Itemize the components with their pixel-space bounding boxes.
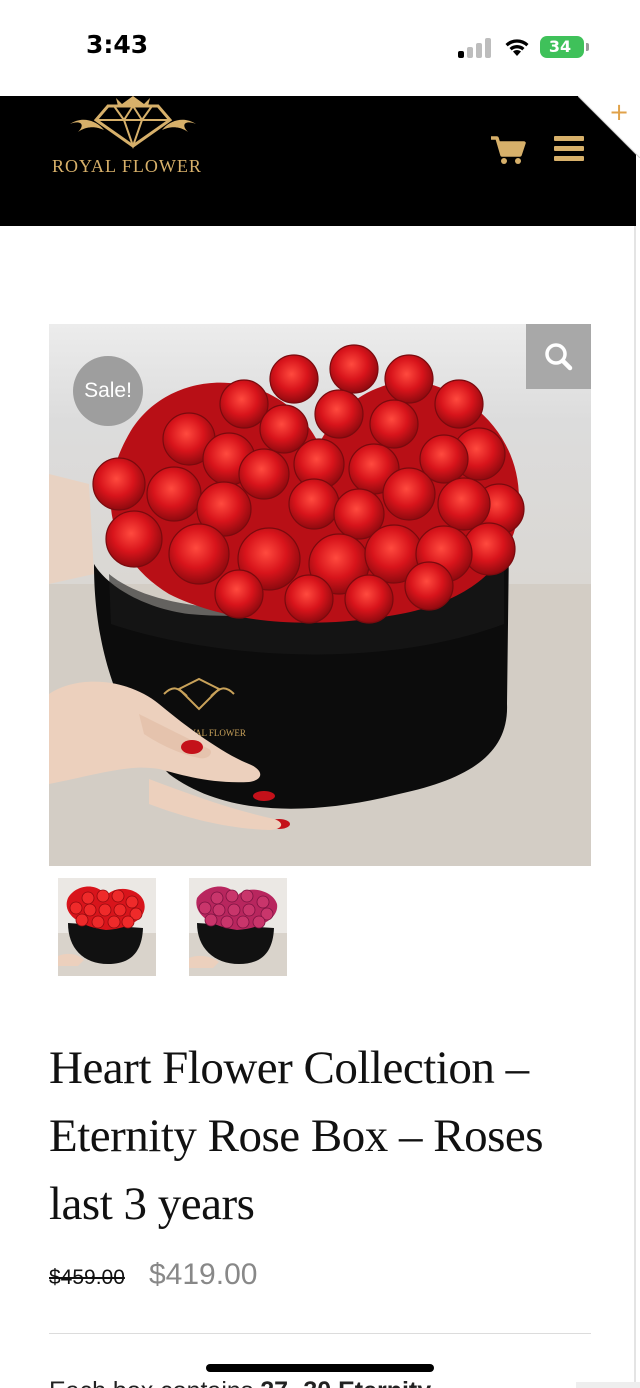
sale-badge: Sale! (73, 356, 143, 426)
original-price: $459.00 (49, 1266, 125, 1289)
royal-crest-logo-icon[interactable] (66, 96, 200, 150)
page-edge (634, 226, 636, 1388)
magnifier-icon[interactable] (526, 324, 591, 389)
battery-icon: 34 (540, 36, 584, 58)
sale-price: $419.00 (149, 1258, 258, 1291)
cellular-signal-icon (458, 38, 492, 58)
scroll-corner (576, 1382, 640, 1388)
zoom-button[interactable] (526, 324, 591, 389)
divider (49, 1333, 591, 1334)
description-text: Each box contains (49, 1377, 260, 1388)
cart-icon[interactable] (490, 134, 526, 166)
thumbnail-red-roses[interactable] (58, 878, 156, 976)
pink-rose-box-thumbnail (189, 886, 287, 976)
product-title: Heart Flower Collection – Eternity Rose … (49, 1042, 544, 1230)
brand-name[interactable]: ROYAL FLOWER (52, 156, 202, 177)
site-header: ROYAL FLOWER (0, 96, 636, 226)
product-description: Each box contains 27 -30 Eternity (49, 1372, 609, 1388)
battery-cap (586, 43, 589, 51)
battery-level: 34 (548, 37, 572, 56)
red-rose-box-thumbnail (58, 886, 156, 976)
description-bold-text: 27 -30 Eternity (260, 1377, 431, 1388)
wifi-icon (505, 39, 529, 56)
home-indicator[interactable] (206, 1364, 434, 1372)
status-bar: 3:43 34 (0, 0, 640, 96)
status-time: 3:43 (86, 30, 149, 59)
thumbnail-pink-roses[interactable] (189, 878, 287, 976)
plus-icon[interactable]: + (609, 100, 629, 124)
